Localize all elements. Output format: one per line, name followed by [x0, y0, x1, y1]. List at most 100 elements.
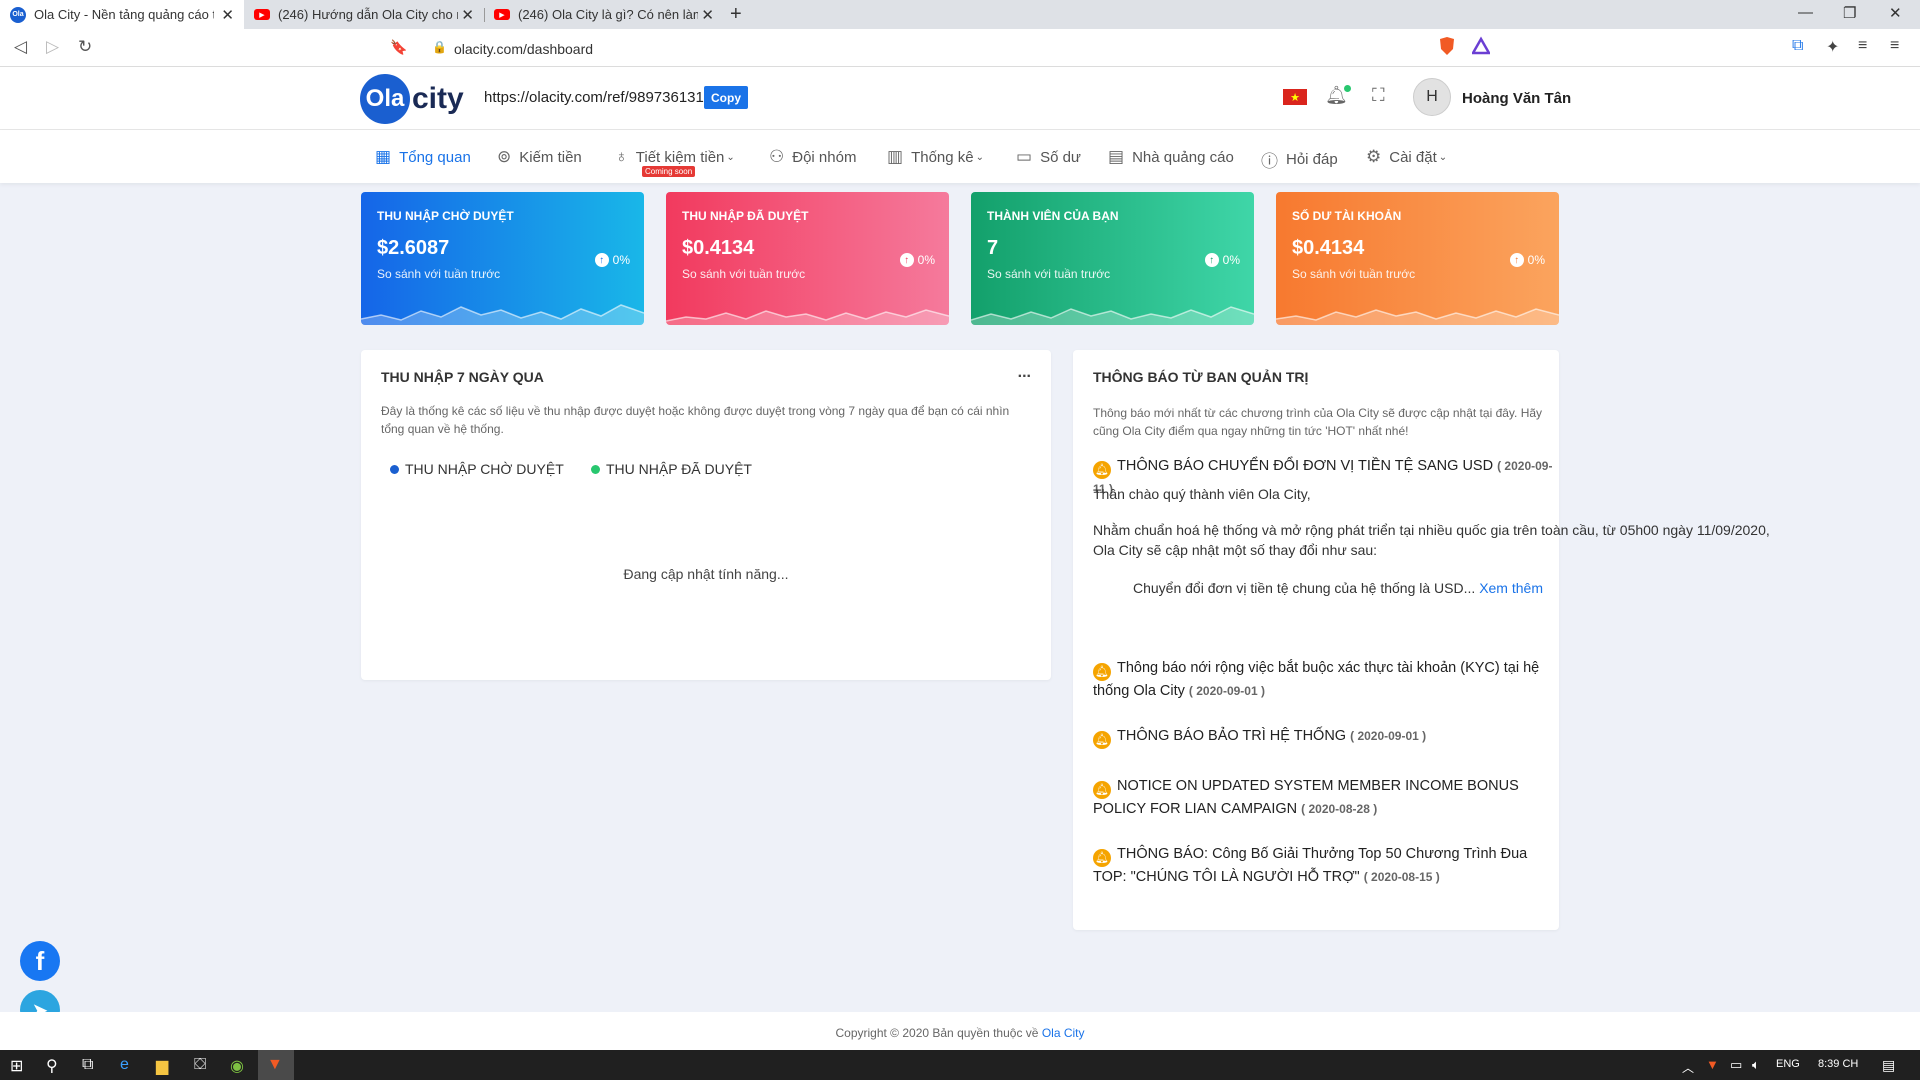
nav-item-tiet-kiem-tien[interactable]: ♁ Tiết kiệm tiền ⌄ [615, 147, 735, 167]
nav-label: Tiết kiệm tiền [635, 148, 725, 166]
card-sparkline [666, 309, 949, 325]
translate-icon[interactable]: ⧉ [1792, 37, 1803, 55]
legend-pending[interactable]: THU NHẬP CHỜ DUYỆT [390, 461, 564, 477]
browser-tab-olacity[interactable]: Ola Ola City - Nền tảng quảng cáo thế ✕ [0, 0, 244, 29]
extensions-icon[interactable]: ✦ [1826, 37, 1839, 57]
olacity-logo[interactable]: Ola city [360, 72, 464, 126]
task-view-icon[interactable]: ⧉ [82, 1056, 93, 1074]
vietnam-flag-icon[interactable]: ★ [1283, 89, 1307, 105]
app-icon[interactable]: ◉ [230, 1056, 244, 1076]
windows-taskbar: ⊞ ⚲ ⧉ e ▆ ⛋ ◉ ▼ ︿ ▼ ▭ 🔈︎ ENG 8:39 CH ▤ [0, 1050, 1920, 1080]
main-nav: ▦ Tổng quan ⊚ Kiếm tiền ♁ Tiết kiệm tiền… [0, 130, 1920, 183]
nav-label: Thống kê [911, 148, 974, 166]
notice-date: ( 2020-08-28 ) [1301, 802, 1378, 816]
bell-icon: 🔔︎ [1093, 461, 1111, 479]
income-7-days-panel: THU NHẬP 7 NGÀY QUA ... Đây là thống kê … [361, 350, 1051, 680]
user-name[interactable]: Hoàng Văn Tân [1462, 90, 1571, 107]
notice-item[interactable]: 🔔︎ THÔNG BÁO: Công Bố Giải Thưởng Top 50 … [1093, 844, 1553, 887]
notice-item[interactable]: 🔔︎ THÔNG BÁO BẢO TRÌ HỆ THỐNG ( 2020-09-0… [1093, 726, 1553, 749]
card-change: ↑ 0% [594, 253, 630, 267]
bell-icon: 🔔︎ [1093, 663, 1111, 681]
card-sparkline [1276, 308, 1559, 325]
menu-icon[interactable]: ≡ [1890, 37, 1899, 55]
footer-brand-link[interactable]: Ola City [1042, 1026, 1085, 1040]
panel-title: THÔNG BÁO TỪ BAN QUẢN TRỊ [1093, 369, 1309, 385]
arrow-up-icon: ↑ [1204, 253, 1219, 267]
nav-label: Tổng quan [399, 148, 471, 166]
browser-tab-bar: Ola Ola City - Nền tảng quảng cáo thế ✕ … [0, 0, 1920, 29]
pending-income-card: THU NHẬP CHỜ DUYỆT $2.6087 So sánh với t… [361, 192, 644, 325]
card-value: $0.4134 [1292, 237, 1365, 259]
balance-card: SỐ DƯ TÀI KHOẢN $0.4134 So sánh với tuần… [1276, 192, 1559, 325]
arrow-up-icon: ↑ [899, 253, 914, 267]
file-explorer-icon[interactable]: ▆ [156, 1056, 168, 1076]
brave-rewards-icon[interactable] [1472, 36, 1490, 56]
legend-label: THU NHẬP CHỜ DUYỆT [405, 461, 564, 477]
admin-notices-panel: THÔNG BÁO TỪ BAN QUẢN TRỊ Thông báo mới … [1073, 350, 1770, 930]
nav-item-hoi-dap[interactable]: ⓘ Hỏi đáp [1261, 147, 1338, 172]
card-change: ↑ 0% [899, 253, 935, 267]
edge-icon[interactable]: e [120, 1056, 129, 1074]
notifications-icon[interactable]: ▤ [1882, 1057, 1895, 1074]
close-tab-icon[interactable]: ✕ [701, 6, 714, 24]
members-card: THÀNH VIÊN CỦA BẠN 7 So sánh với tuần tr… [971, 192, 1254, 325]
arrow-up-icon: ↑ [594, 253, 609, 267]
logo-ola: Ola [360, 74, 410, 124]
card-title: SỐ DƯ TÀI KHOẢN [1292, 209, 1402, 223]
nav-label: Kiếm tiền [519, 148, 582, 166]
team-icon: ⚇ [769, 147, 785, 166]
chevron-up-icon[interactable]: ︿ [1682, 1059, 1694, 1076]
url-field[interactable]: 🔖 🔒 olacity.com/dashboard [390, 35, 1500, 61]
close-tab-icon[interactable]: ✕ [221, 6, 234, 24]
card-title: THU NHẬP ĐÃ DUYỆT [682, 209, 809, 223]
browser-tab-youtube-1[interactable]: ▶ (246) Hướng dẫn Ola City cho ngư ✕ [244, 0, 484, 29]
avatar[interactable]: H [1413, 78, 1451, 116]
restore-icon[interactable]: ❐ [1843, 4, 1856, 22]
clock[interactable]: 8:39 CH [1818, 1058, 1858, 1070]
nav-label: Số dư [1040, 148, 1081, 166]
nav-label: Đội nhóm [792, 148, 857, 166]
language-indicator[interactable]: ENG [1776, 1058, 1800, 1070]
fullscreen-icon[interactable]: ⛶ [1372, 85, 1385, 106]
bookmark-icon[interactable]: 🔖 [390, 39, 407, 56]
back-icon[interactable]: ◁ [14, 37, 27, 57]
card-subtitle: So sánh với tuần trước [682, 267, 806, 281]
notice-item[interactable]: 🔔︎ Thông báo nới rộng việc bắt buộc xác t… [1093, 658, 1553, 701]
featured-excerpt: Chuyển đổi đơn vị tiền tệ chung của hệ t… [1133, 580, 1543, 596]
new-tab-icon[interactable]: + [730, 3, 742, 26]
featured-greeting: Thân chào quý thành viên Ola City, [1093, 486, 1311, 502]
nav-item-cai-dat[interactable]: ⚙ Cài đặt ⌄ [1366, 147, 1447, 167]
tray-app-icon[interactable]: ▼ [1706, 1057, 1719, 1072]
window-close-icon[interactable]: ✕ [1889, 4, 1902, 22]
search-icon[interactable]: ⚲ [46, 1056, 58, 1076]
bell-icon: 🔔︎ [1093, 849, 1111, 867]
nav-item-kiem-tien[interactable]: ⊚ Kiếm tiền [497, 147, 582, 167]
nav-item-so-du[interactable]: ▭ Số dư [1016, 147, 1081, 167]
brave-icon[interactable]: ▼ [267, 1056, 283, 1074]
more-options-icon[interactable]: ... [1018, 364, 1031, 382]
forward-icon[interactable]: ▷ [46, 37, 59, 57]
store-icon[interactable]: ⛋ [194, 1056, 206, 1074]
notice-item[interactable]: 🔔︎ NOTICE ON UPDATED SYSTEM MEMBER INCOME… [1093, 776, 1553, 819]
footer: Copyright © 2020 Bản quyền thuộc về Ola … [0, 1012, 1920, 1050]
nav-item-thong-ke[interactable]: ▥ Thống kê ⌄ [887, 147, 984, 167]
nav-item-doi-nhom[interactable]: ⚇ Đội nhóm [769, 147, 856, 167]
playlist-icon[interactable]: ≡ [1858, 37, 1867, 55]
facebook-icon[interactable]: f [20, 941, 60, 981]
brave-shield-icon[interactable] [1438, 36, 1456, 56]
legend-approved[interactable]: THU NHẬP ĐÃ DUYỆT [591, 461, 752, 477]
windows-start-icon[interactable]: ⊞ [10, 1056, 23, 1076]
close-tab-icon[interactable]: ✕ [461, 6, 474, 24]
network-icon[interactable]: ▭ [1730, 1057, 1742, 1073]
card-sparkline [971, 306, 1254, 325]
browser-tab-youtube-2[interactable]: ▶ (246) Ola City là gì? Có nên làm Ol ✕ [484, 0, 724, 29]
reload-icon[interactable]: ↻ [78, 37, 92, 57]
nav-item-nha-quang-cao[interactable]: ▤ Nhà quảng cáo [1108, 147, 1234, 167]
notification-dot [1344, 85, 1351, 92]
minimize-icon[interactable]: — [1798, 4, 1813, 21]
copy-button[interactable]: Copy [704, 86, 748, 109]
volume-icon[interactable]: 🔈︎ [1752, 1057, 1760, 1073]
read-more-link[interactable]: Xem thêm [1479, 580, 1543, 596]
notice-date: ( 2020-09-01 ) [1188, 684, 1265, 698]
nav-item-tong-quan[interactable]: ▦ Tổng quan [375, 147, 471, 167]
